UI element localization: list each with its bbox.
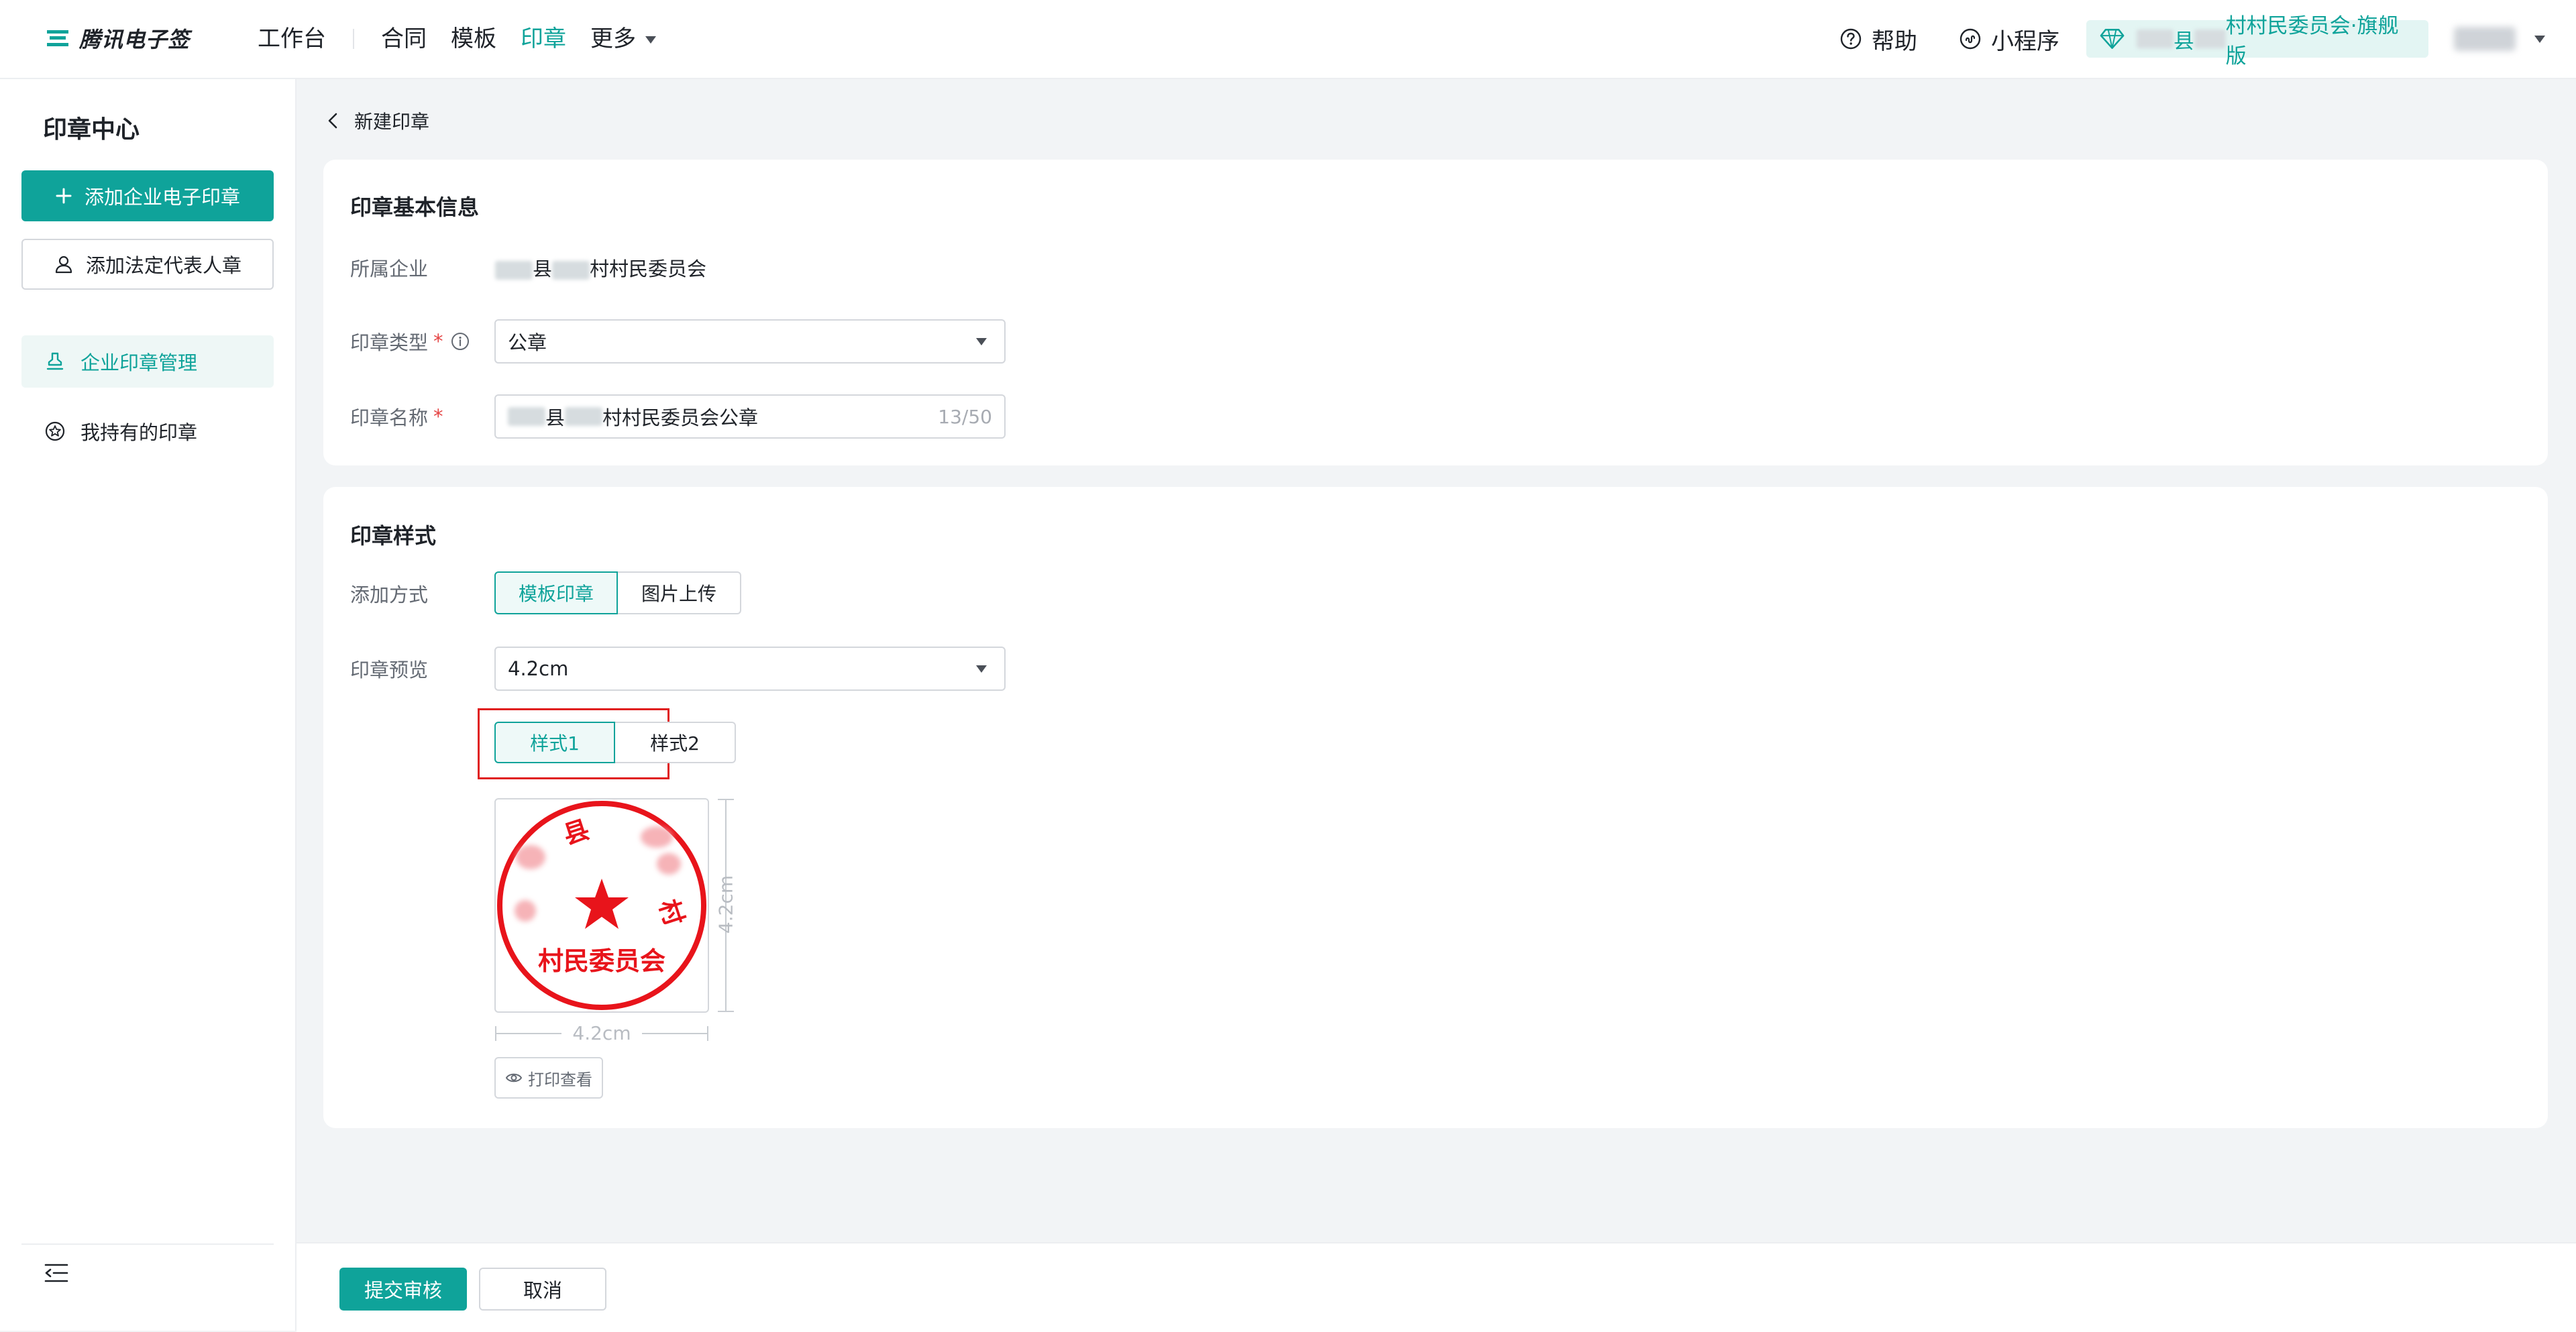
logo-icon <box>47 30 68 46</box>
seal-type-label: 印章类型 * <box>350 327 470 355</box>
redacted-text <box>565 407 603 426</box>
seal-type-value: 公章 <box>508 331 547 354</box>
redacted-text <box>495 261 533 280</box>
help-icon <box>1840 28 1862 50</box>
divider <box>21 1243 274 1245</box>
add-company-seal-button[interactable]: 添加企业电子印章 <box>21 170 274 221</box>
collapse-menu-icon[interactable] <box>43 1260 70 1286</box>
tenant-switcher[interactable]: 县 村村民委员会·旗舰版 <box>2086 14 2428 68</box>
top-bar: 腾讯电子签 工作台 合同 模板 印章 更多 帮助 小程序 县 村村民委员会·旗舰… <box>0 0 2576 79</box>
diamond-icon <box>2100 29 2125 49</box>
sidebar-item-label: 企业印章管理 <box>80 351 198 374</box>
tenant-name-part2: 村村民委员会·旗舰版 <box>2225 14 2399 68</box>
basic-info-title: 印章基本信息 <box>350 195 480 220</box>
seal-name-part2: 村村民委员会公章 <box>602 406 759 429</box>
miniprogram-icon <box>1960 28 1981 50</box>
seal-name-input[interactable]: 县 村村民委员会公章 13/50 <box>494 394 1006 439</box>
seal-type-label-text: 印章类型 <box>350 331 429 354</box>
height-label: 4.2cm <box>714 875 737 934</box>
user-avatar[interactable] <box>2454 27 2516 51</box>
badge-icon <box>45 421 65 441</box>
basic-info-card: 印章基本信息 所属企业 县村村民委员会 印章类型 * 公章 印章名称 * 县村村民委… <box>323 160 2548 465</box>
redacted-text <box>508 407 545 426</box>
seal-name-label: 印章名称 * <box>350 402 443 431</box>
company-value-part2: 村村民委员会 <box>590 258 707 280</box>
add-legal-seal-button[interactable]: 添加法定代表人章 <box>21 239 274 290</box>
seal-preview: 县 村 村民委员会 <box>494 798 709 1013</box>
company-label-text: 所属企业 <box>350 258 429 280</box>
help-label: 帮助 <box>1872 27 1917 55</box>
print-preview-label: 打印查看 <box>528 1070 592 1089</box>
template-seal-option[interactable]: 模板印章 <box>494 571 618 614</box>
seal-bottom-text: 村民委员会 <box>537 946 665 976</box>
seal-name-part1: 县 <box>545 406 566 429</box>
style-toggle: 样式1 样式2 <box>494 722 736 763</box>
cancel-button[interactable]: 取消 <box>479 1268 606 1311</box>
info-icon[interactable] <box>450 331 470 351</box>
redacted-text <box>2194 30 2226 48</box>
add-legal-seal-label: 添加法定代表人章 <box>85 254 241 277</box>
nav-divider <box>353 29 354 49</box>
seal-style-title: 印章样式 <box>350 523 437 549</box>
stamp-icon <box>46 352 64 370</box>
miniprogram-link[interactable]: 小程序 <box>1959 0 2059 78</box>
redacted-text <box>552 261 590 280</box>
chevron-down-icon[interactable] <box>2534 36 2545 43</box>
back-button[interactable]: 新建印章 <box>326 107 429 134</box>
sidebar-title: 印章中心 <box>43 116 140 144</box>
nav-seals[interactable]: 印章 <box>521 0 566 78</box>
company-label: 所属企业 <box>350 254 428 282</box>
required-mark: * <box>433 330 443 353</box>
help-link[interactable]: 帮助 <box>1839 0 1917 78</box>
app-logo[interactable]: 腾讯电子签 <box>44 23 190 54</box>
image-upload-option[interactable]: 图片上传 <box>618 571 741 614</box>
width-dimension: 4.2cm <box>494 1022 709 1044</box>
chevron-down-icon <box>976 665 987 673</box>
print-preview-button[interactable]: 打印查看 <box>494 1057 603 1099</box>
style-2-option[interactable]: 样式2 <box>615 722 736 763</box>
chevron-down-icon <box>645 36 656 44</box>
char-counter: 13/50 <box>938 405 992 428</box>
chevron-down-icon <box>976 338 987 345</box>
seal-style-card: 印章样式 添加方式 模板印章 图片上传 印章预览 4.2cm 样式1 样式2 县… <box>323 487 2548 1128</box>
person-icon <box>55 256 72 274</box>
sidebar: 印章中心 添加企业电子印章 添加法定代表人章 企业印章管理 我持有的印章 <box>0 79 297 1331</box>
company-value-part1: 县 <box>533 258 553 280</box>
nav-contracts[interactable]: 合同 <box>381 0 427 78</box>
seal-size-value: 4.2cm <box>508 657 569 680</box>
eye-icon <box>505 1073 523 1083</box>
style-1-option[interactable]: 样式1 <box>494 722 615 763</box>
main-nav: 工作台 合同 模板 印章 更多 <box>258 0 680 78</box>
chevron-left-icon <box>328 113 337 129</box>
nav-more[interactable]: 更多 <box>590 0 656 78</box>
sidebar-item-company-seals[interactable]: 企业印章管理 <box>21 335 274 388</box>
miniprogram-label: 小程序 <box>1991 27 2059 55</box>
redacted-text <box>2137 30 2174 48</box>
seal-size-select[interactable]: 4.2cm <box>494 647 1006 691</box>
submit-review-button[interactable]: 提交审核 <box>339 1268 467 1311</box>
preview-label: 印章预览 <box>350 659 429 681</box>
page-title: 新建印章 <box>354 111 430 133</box>
required-mark: * <box>433 405 443 428</box>
sidebar-item-my-seals[interactable]: 我持有的印章 <box>21 405 274 457</box>
action-bar: 提交审核 取消 <box>297 1242 2576 1332</box>
method-label: 添加方式 <box>350 584 429 606</box>
seal-type-select[interactable]: 公章 <box>494 319 1006 364</box>
height-dimension: 4.2cm <box>712 798 739 1013</box>
seal-name-label-text: 印章名称 <box>350 406 429 429</box>
tenant-name-part1: 县 <box>2173 29 2194 54</box>
add-company-seal-label: 添加企业电子印章 <box>84 186 240 209</box>
plus-icon <box>56 188 72 204</box>
nav-more-label: 更多 <box>590 25 636 52</box>
nav-workbench[interactable]: 工作台 <box>258 0 326 78</box>
company-value: 县 村村民委员会 <box>495 254 706 282</box>
method-toggle: 模板印章 图片上传 <box>494 571 741 614</box>
width-label: 4.2cm <box>572 1022 631 1044</box>
logo-text: 腾讯电子签 <box>79 27 191 52</box>
sidebar-item-label: 我持有的印章 <box>80 421 198 444</box>
nav-templates[interactable]: 模板 <box>451 0 496 78</box>
